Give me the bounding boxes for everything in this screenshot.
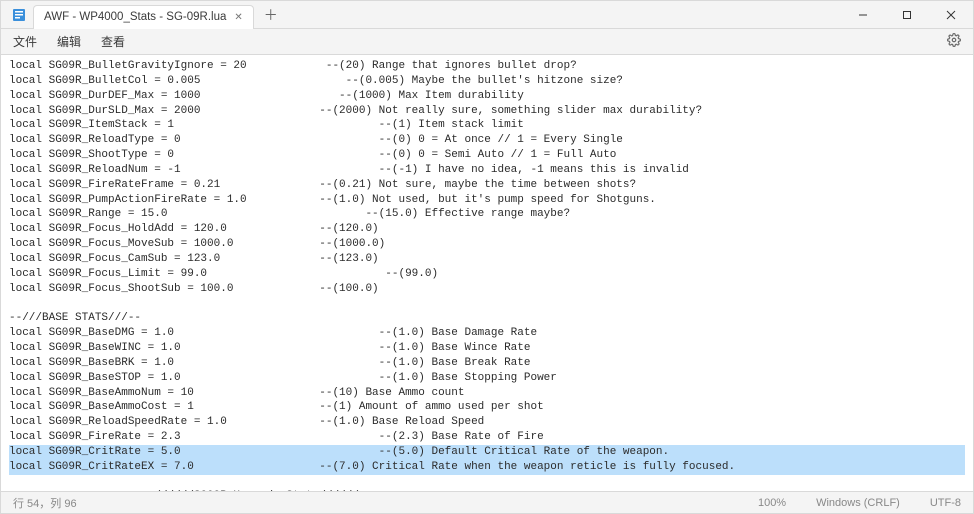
tab-close-icon[interactable]: ✕ — [234, 12, 242, 23]
menu-edit[interactable]: 编辑 — [57, 33, 81, 50]
minimize-icon — [858, 10, 868, 20]
status-zoom[interactable]: 100% — [758, 497, 786, 509]
titlebar: AWF - WP4000_Stats - SG-09R.lua ✕ ＋ — [1, 1, 973, 29]
new-tab-button[interactable]: ＋ — [264, 5, 278, 25]
app-icon — [11, 7, 27, 23]
code-line[interactable]: local SG09R_CritRateEX = 7.0 --(7.0) Cri… — [9, 460, 965, 475]
code-line[interactable]: local SG09R_FireRate = 2.3 --(2.3) Base … — [9, 430, 965, 445]
code-line[interactable]: local SG09R_PumpActionFireRate = 1.0 --(… — [9, 193, 965, 208]
close-window-button[interactable] — [929, 1, 973, 29]
code-line[interactable]: local SG09R_DurSLD_Max = 2000 --(2000) N… — [9, 104, 965, 119]
menu-file[interactable]: 文件 — [13, 33, 37, 50]
code-line[interactable]: local SG09R_ReloadNum = -1 --(-1) I have… — [9, 163, 965, 178]
code-line[interactable]: local SG09R_FireRateFrame = 0.21 --(0.21… — [9, 178, 965, 193]
code-line[interactable]: local SG09R_BulletGravityIgnore = 20 --(… — [9, 59, 965, 74]
status-position[interactable]: 行 54，列 96 — [13, 495, 77, 511]
maximize-icon — [902, 10, 912, 20]
code-line[interactable]: --///BASE STATS///-- — [9, 311, 965, 326]
code-line[interactable] — [9, 297, 965, 312]
gear-icon — [947, 33, 961, 47]
settings-button[interactable] — [947, 33, 961, 50]
minimize-button[interactable] — [841, 1, 885, 29]
statusbar: 行 54，列 96 100% Windows (CRLF) UTF-8 — [1, 491, 973, 513]
menu-view[interactable]: 查看 — [101, 33, 125, 50]
code-line[interactable]: local SG09R_BaseWINC = 1.0 --(1.0) Base … — [9, 341, 965, 356]
code-editor[interactable]: local SG09R_BulletGravityIgnore = 20 --(… — [1, 55, 973, 491]
code-line[interactable]: local SG09R_ReloadSpeedRate = 1.0 --(1.0… — [9, 415, 965, 430]
code-line[interactable]: local SG09R_BaseBRK = 1.0 --(1.0) Base B… — [9, 356, 965, 371]
code-line[interactable]: local SG09R_BaseAmmoNum = 10 --(10) Base… — [9, 386, 965, 401]
maximize-button[interactable] — [885, 1, 929, 29]
code-line[interactable]: local SG09R_ItemStack = 1 --(1) Item sta… — [9, 118, 965, 133]
tab-title: AWF - WP4000_Stats - SG-09R.lua — [44, 11, 226, 23]
code-line[interactable]: local SG09R_Focus_HoldAdd = 120.0 --(120… — [9, 222, 965, 237]
status-line-ending[interactable]: Windows (CRLF) — [816, 497, 900, 509]
code-line[interactable]: local SG09R_CritRate = 5.0 --(5.0) Defau… — [9, 445, 965, 460]
code-line[interactable]: local SG09R_DurDEF_Max = 1000 --(1000) M… — [9, 89, 965, 104]
menubar: 文件 编辑 查看 — [1, 29, 973, 55]
code-line[interactable]: local SG09R_Focus_ShootSub = 100.0 --(10… — [9, 282, 965, 297]
window-controls — [841, 1, 973, 29]
code-line[interactable]: local SG09R_ShootType = 0 --(0) 0 = Semi… — [9, 148, 965, 163]
code-line[interactable]: local SG09R_Focus_CamSub = 123.0 --(123.… — [9, 252, 965, 267]
file-tab[interactable]: AWF - WP4000_Stats - SG-09R.lua ✕ — [33, 5, 254, 29]
code-line[interactable]: local SG09R_BaseDMG = 1.0 --(1.0) Base D… — [9, 326, 965, 341]
code-line[interactable]: local SG09R_ReloadType = 0 --(0) 0 = At … — [9, 133, 965, 148]
code-line[interactable]: local SG09R_Focus_MoveSub = 1000.0 --(10… — [9, 237, 965, 252]
code-line[interactable]: local SG09R_Range = 15.0 --(15.0) Effect… — [9, 207, 965, 222]
code-line[interactable]: local SG09R_BaseAmmoCost = 1 --(1) Amoun… — [9, 400, 965, 415]
close-icon — [946, 10, 956, 20]
code-line[interactable]: local SG09R_Focus_Limit = 99.0 --(99.0) — [9, 267, 965, 282]
code-line[interactable]: local SG09R_BulletCol = 0.005 --(0.005) … — [9, 74, 965, 89]
status-encoding[interactable]: UTF-8 — [930, 497, 961, 509]
code-line[interactable]: local SG09R_BaseSTOP = 1.0 --(1.0) Base … — [9, 371, 965, 386]
code-line[interactable] — [9, 475, 965, 490]
app-window: AWF - WP4000_Stats - SG-09R.lua ✕ ＋ 文件 编… — [0, 0, 974, 514]
